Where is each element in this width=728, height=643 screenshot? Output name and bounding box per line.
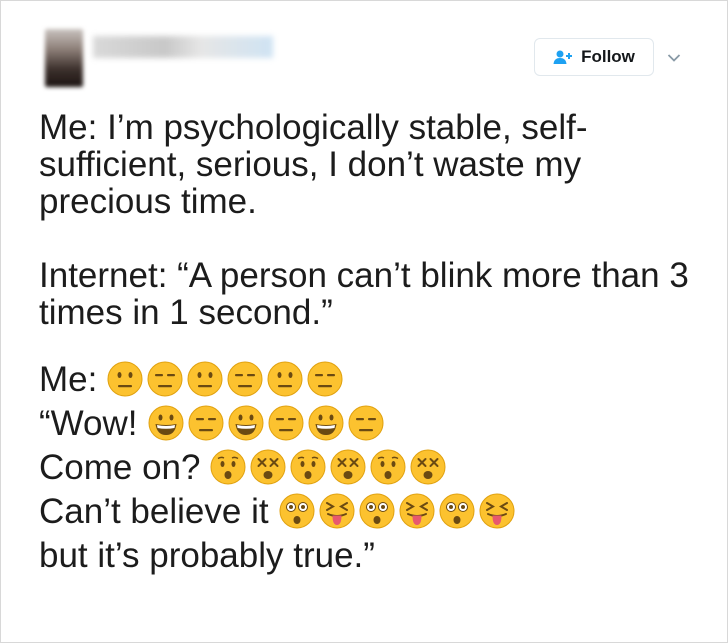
follow-label: Follow [581, 47, 635, 66]
hushed-face-emoji-icon [210, 449, 246, 485]
line-text: “Wow! [39, 403, 138, 443]
tweet-line-3: Come on? [39, 445, 719, 489]
line-text: Come on? [39, 447, 201, 487]
hushed-face-emoji-icon [370, 449, 406, 485]
line-text: but it’s probably true.” [39, 535, 375, 575]
tweet-line-4: Can’t believe it [39, 489, 719, 533]
neutral-face-emoji-icon [107, 361, 143, 397]
grinning-face-emoji-icon [228, 405, 264, 441]
follow-button[interactable]: Follow [534, 38, 654, 76]
avatar[interactable] [45, 29, 83, 87]
dizzy-face-emoji-icon [330, 449, 366, 485]
tweet-card: Follow Me: I’m psychologically stable, s… [0, 0, 728, 643]
expressionless-face-emoji-icon [307, 361, 343, 397]
hushed-face-emoji-icon [290, 449, 326, 485]
tweet-paragraph-2: Internet: “A person can’t blink more tha… [39, 256, 689, 332]
expressionless-face-emoji-icon [188, 405, 224, 441]
astonished-face-emoji-icon [279, 493, 315, 529]
neutral-face-emoji-icon [267, 361, 303, 397]
squinting-tongue-face-emoji-icon [479, 493, 515, 529]
expressionless-face-emoji-icon [348, 405, 384, 441]
add-user-icon [553, 50, 573, 64]
expressionless-face-emoji-icon [268, 405, 304, 441]
chevron-down-icon[interactable] [663, 47, 685, 69]
tweet-line-2: “Wow! [39, 401, 719, 445]
tweet-text: Me: I’m psychologically stable, self-suf… [39, 109, 719, 577]
tweet-paragraph-1: Me: I’m psychologically stable, self-suf… [39, 108, 588, 221]
astonished-face-emoji-icon [439, 493, 475, 529]
grinning-face-emoji-icon [148, 405, 184, 441]
squinting-tongue-face-emoji-icon [399, 493, 435, 529]
user-name-blurred[interactable] [93, 36, 273, 58]
tweet-line-1: Me: [39, 357, 719, 401]
expressionless-face-emoji-icon [227, 361, 263, 397]
line-text: Me: [39, 359, 98, 399]
neutral-face-emoji-icon [187, 361, 223, 397]
tweet-line-5: but it’s probably true.” [39, 533, 719, 577]
grinning-face-emoji-icon [308, 405, 344, 441]
astonished-face-emoji-icon [359, 493, 395, 529]
dizzy-face-emoji-icon [410, 449, 446, 485]
expressionless-face-emoji-icon [147, 361, 183, 397]
squinting-tongue-face-emoji-icon [319, 493, 355, 529]
dizzy-face-emoji-icon [250, 449, 286, 485]
line-text: Can’t believe it [39, 491, 269, 531]
